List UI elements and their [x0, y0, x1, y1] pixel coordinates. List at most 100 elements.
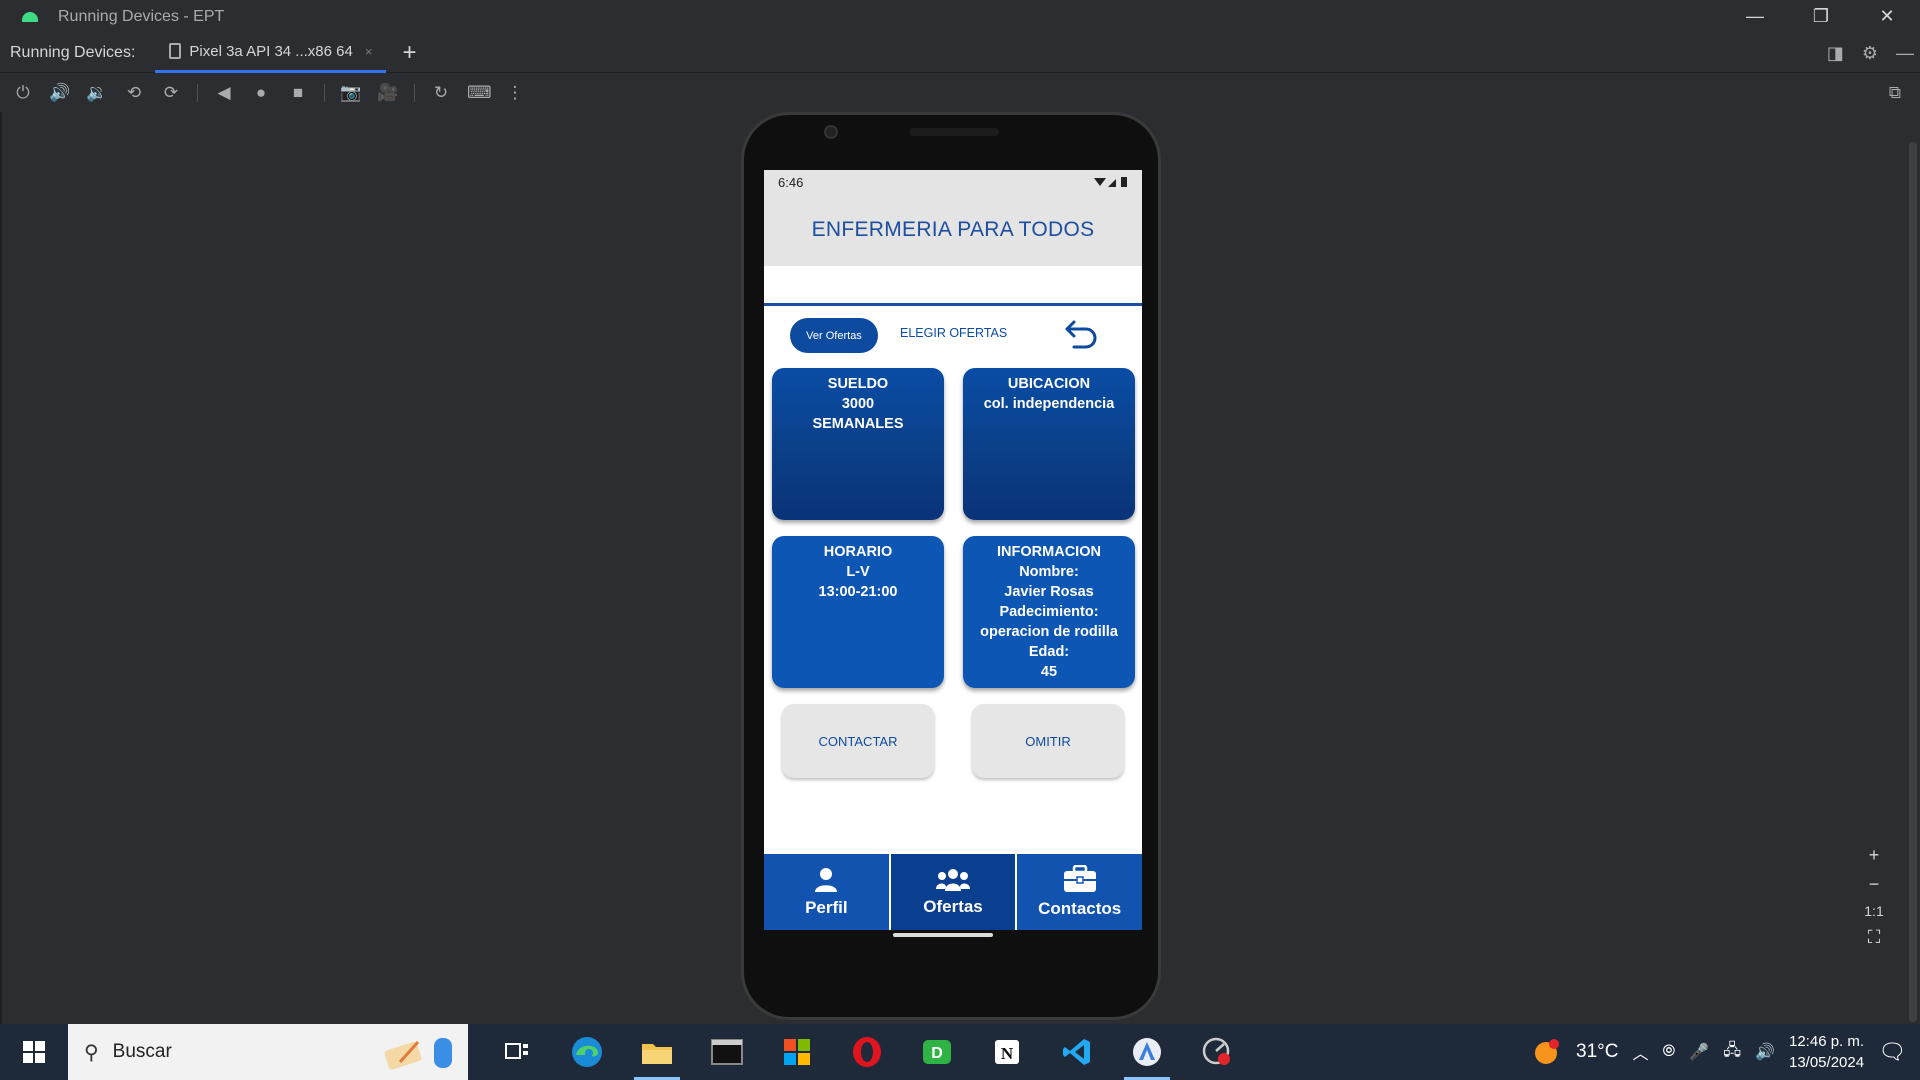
- contactar-button[interactable]: CONTACTAR: [782, 704, 934, 778]
- card-line: 3000: [841, 396, 875, 412]
- phone-frame: 6:46 ENFERMERIA PARA TODOS Ver Ofertas E…: [741, 112, 1161, 1020]
- tab-close-icon[interactable]: ×: [365, 44, 373, 59]
- volume-down-icon[interactable]: 🔉: [86, 83, 108, 103]
- screenshot-icon[interactable]: 📷: [340, 83, 362, 103]
- temperature[interactable]: 31°C: [1576, 1041, 1618, 1063]
- edge-icon[interactable]: [552, 1024, 622, 1080]
- zoom-in-button[interactable]: +: [1869, 845, 1880, 866]
- windows-logo-icon: [23, 1041, 45, 1063]
- tab-pixel-3a[interactable]: Pixel 3a API 34 ...x86 64 ×: [155, 33, 387, 73]
- file-explorer-icon[interactable]: [622, 1024, 692, 1080]
- weather-sun-icon[interactable]: [1532, 1037, 1562, 1067]
- tab-label: Pixel 3a API 34 ...x86 64: [189, 42, 353, 60]
- taskbar-search[interactable]: ⚲ Buscar: [68, 1024, 468, 1080]
- clock[interactable]: 12:46 p. m. 13/05/2024: [1789, 1031, 1864, 1073]
- meet-now-icon[interactable]: ⦾: [1662, 1043, 1675, 1061]
- android-studio-icon: [22, 11, 38, 22]
- minimize-button[interactable]: —: [1722, 0, 1788, 33]
- notion-icon[interactable]: N: [972, 1024, 1042, 1080]
- zoom-out-button[interactable]: −: [1869, 874, 1880, 895]
- search-placeholder: Buscar: [112, 1041, 172, 1062]
- zoom-fit-icon[interactable]: ⛶: [1868, 927, 1881, 948]
- nav-perfil[interactable]: Perfil: [764, 854, 889, 930]
- zoom-actual-size-button[interactable]: 1:1: [1864, 903, 1883, 919]
- home-indicator[interactable]: [893, 933, 993, 937]
- search-highlight-illustration: [384, 1038, 452, 1070]
- scrollbar-thumb[interactable]: [1909, 142, 1917, 1022]
- network-icon[interactable]: 🖧: [1723, 1039, 1741, 1066]
- nav-contactos-label: Contactos: [1038, 899, 1122, 918]
- horario-card[interactable]: HORARIO L-V 13:00-21:00: [772, 536, 944, 688]
- app-title: ENFERMERIA PARA TODOS: [811, 218, 1095, 241]
- toolbar-divider: [197, 84, 198, 102]
- ver-ofertas-button[interactable]: Ver Ofertas: [790, 318, 878, 353]
- chevron-up-icon[interactable]: ︿: [1632, 1040, 1648, 1064]
- running-devices-label: Running Devices:: [10, 43, 136, 61]
- card-line: Nombre:: [1019, 564, 1079, 580]
- status-icons: [1094, 176, 1128, 188]
- add-device-button[interactable]: +: [402, 39, 416, 67]
- start-button[interactable]: [0, 1024, 68, 1080]
- android-studio-taskbar-icon[interactable]: [1112, 1024, 1182, 1080]
- running-devices-tabbar: Running Devices: Pixel 3a API 34 ...x86 …: [0, 33, 1920, 73]
- speaker-icon[interactable]: 🔊: [1755, 1042, 1775, 1062]
- nav-ofertas-label: Ofertas: [923, 897, 983, 916]
- vertical-scrollbar[interactable]: [1906, 112, 1920, 1024]
- terminal-icon[interactable]: [692, 1024, 762, 1080]
- record-app-icon[interactable]: [1182, 1024, 1252, 1080]
- gear-icon[interactable]: ⚙: [1862, 43, 1878, 64]
- restore-button[interactable]: ❐: [1788, 0, 1854, 33]
- header-divider: [764, 266, 1142, 306]
- sueldo-card[interactable]: SUELDO 3000 SEMANALES: [772, 368, 944, 520]
- window-mode-icon[interactable]: ◨: [1827, 43, 1844, 64]
- rotate-left-icon[interactable]: ⟲: [123, 83, 145, 103]
- notifications-icon[interactable]: 🗨: [1878, 1039, 1906, 1065]
- nav-contactos[interactable]: Contactos: [1015, 854, 1142, 930]
- zoom-window-icon[interactable]: ⧉: [1884, 83, 1906, 103]
- screen-record-icon[interactable]: 🎥: [377, 83, 399, 103]
- ubicacion-card[interactable]: UBICACION col. independencia: [963, 368, 1135, 520]
- overview-icon[interactable]: ■: [287, 83, 309, 103]
- vscode-icon[interactable]: [1042, 1024, 1112, 1080]
- offer-cards: SUELDO 3000 SEMANALES UBICACION col. ind…: [764, 364, 1142, 704]
- back-icon[interactable]: ◀: [213, 83, 235, 103]
- opera-icon[interactable]: [832, 1024, 902, 1080]
- keyboard-icon[interactable]: ⌨: [467, 83, 492, 103]
- offers-subnav: Ver Ofertas ELEGIR OFERTAS: [764, 306, 1142, 364]
- phone-screen: 6:46 ENFERMERIA PARA TODOS Ver Ofertas E…: [764, 170, 1142, 930]
- card-line: col. independencia: [983, 396, 1115, 412]
- clock-time: 12:46 p. m.: [1789, 1033, 1865, 1050]
- elegir-ofertas-tab[interactable]: ELEGIR OFERTAS: [900, 326, 1007, 340]
- informacion-card[interactable]: INFORMACION Nombre: Javier Rosas Padecim…: [963, 536, 1135, 688]
- nav-ofertas[interactable]: Ofertas: [888, 854, 1016, 930]
- wifi-signal-battery-icon: [1094, 177, 1127, 187]
- home-icon[interactable]: ●: [250, 83, 272, 103]
- omitir-button[interactable]: OMITIR: [972, 704, 1124, 778]
- rotate-right-icon[interactable]: ⟳: [160, 83, 182, 103]
- volume-up-icon[interactable]: 🔊: [49, 83, 71, 103]
- reset-icon[interactable]: ↻: [430, 83, 452, 103]
- microphone-icon[interactable]: 🎤: [1689, 1042, 1709, 1062]
- task-view-icon[interactable]: [482, 1024, 552, 1080]
- power-icon[interactable]: ⏻: [12, 83, 34, 103]
- hide-panel-icon[interactable]: —: [1896, 43, 1914, 64]
- clock-date: 13/05/2024: [1788, 1054, 1865, 1071]
- windows-taskbar: ⚲ Buscar D N 31°C ︿ ⦾ 🎤 🖧 🔊 12:46 p. m. …: [0, 1024, 1920, 1080]
- card-line: 45: [1040, 664, 1058, 680]
- svg-text:N: N: [1001, 1044, 1014, 1063]
- status-time: 6:46: [778, 174, 804, 190]
- green-d-app-icon[interactable]: D: [902, 1024, 972, 1080]
- search-icon: ⚲: [84, 1041, 99, 1064]
- undo-back-icon[interactable]: [1062, 314, 1102, 354]
- app-header: ENFERMERIA PARA TODOS: [764, 194, 1142, 266]
- store-icon[interactable]: [762, 1024, 832, 1080]
- window-title: Running Devices - EPT: [58, 7, 225, 25]
- toolbar-divider: [324, 84, 325, 102]
- card-heading: SUELDO: [827, 376, 889, 392]
- tabbar-right-icons: ◨ ⚙ —: [1827, 33, 1914, 73]
- more-options-icon[interactable]: ⋮: [504, 83, 526, 103]
- taskbar-apps: D N: [482, 1024, 1252, 1080]
- close-button[interactable]: ✕: [1854, 0, 1920, 33]
- svg-text:D: D: [931, 1045, 943, 1062]
- card-heading: INFORMACION: [997, 544, 1101, 560]
